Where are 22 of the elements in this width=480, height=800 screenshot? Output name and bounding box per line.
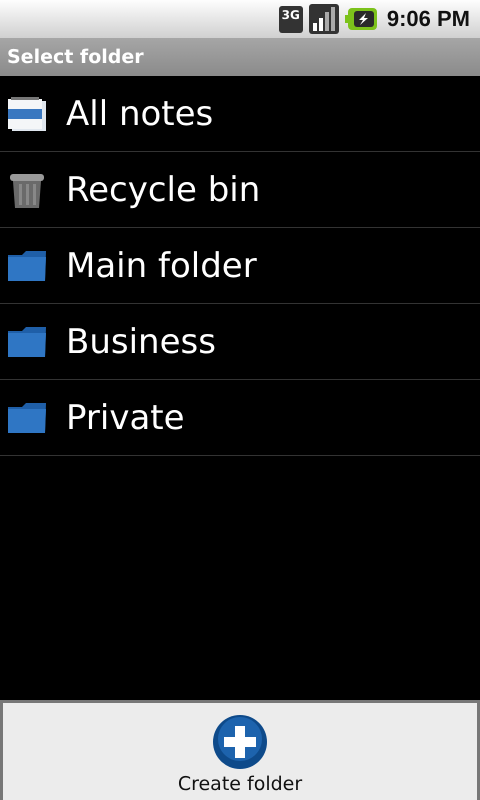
battery-charging-icon — [344, 8, 377, 30]
folder-icon — [8, 402, 46, 432]
folder-name: Business — [66, 322, 216, 362]
folder-list-item[interactable]: Private — [0, 380, 480, 456]
folder-name: Private — [66, 398, 185, 438]
plus-icon — [213, 715, 267, 769]
create-folder-button[interactable]: Create folder — [3, 703, 477, 800]
signal-icon — [308, 4, 339, 34]
folder-list-item[interactable]: All notes — [0, 76, 480, 152]
folder-list-item[interactable]: Main folder — [0, 228, 480, 304]
folder-icon — [8, 250, 46, 280]
folder-name: Recycle bin — [66, 170, 260, 210]
clock: 9:06 PM — [386, 6, 470, 32]
folder-icon — [8, 326, 46, 356]
folder-list-item[interactable]: Business — [0, 304, 480, 380]
folder-list-item[interactable]: Recycle bin — [0, 152, 480, 228]
notepad-icon — [8, 96, 46, 130]
folder-name: Main folder — [66, 246, 257, 286]
trash-can-icon — [8, 172, 46, 208]
folder-name: All notes — [66, 94, 214, 134]
dialog-title: Select folder — [7, 46, 144, 68]
network-type-icon: 3G — [278, 6, 303, 32]
